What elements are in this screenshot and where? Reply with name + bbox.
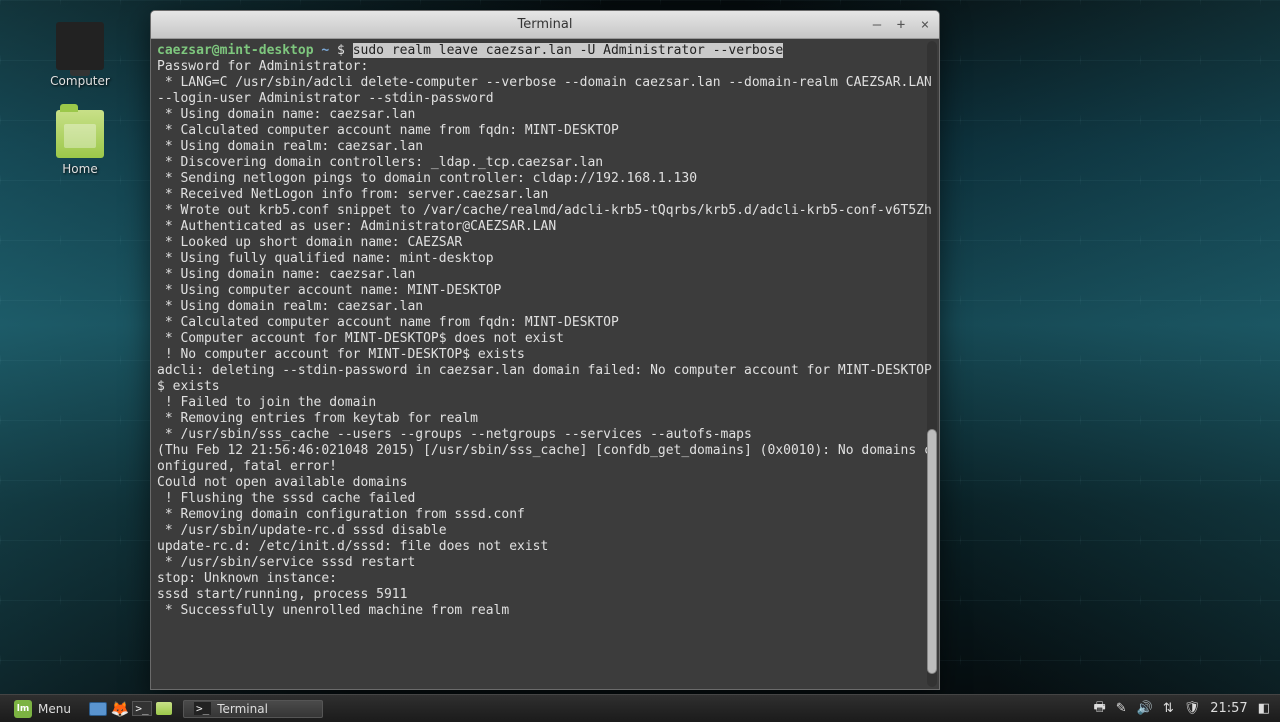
menu-label: Menu [38,702,71,716]
window-close-button[interactable]: × [917,17,933,33]
show-desktop-button[interactable] [87,698,109,720]
tray-update-icon[interactable]: ✎ [1116,701,1127,716]
tray-shield-icon[interactable]: 🛡 [1184,701,1201,716]
taskbar-entry-terminal[interactable]: >_ Terminal [183,700,323,718]
terminal-icon: >_ [132,701,151,716]
terminal-body[interactable]: caezsar@mint-desktop ~ $ sudo realm leav… [151,39,939,689]
terminal-scrollbar[interactable] [927,41,937,687]
scrollbar-thumb[interactable] [927,429,937,674]
window-title: Terminal [518,17,573,32]
tray-network-icon[interactable]: ⇅ [1163,701,1174,716]
menu-button[interactable]: Menu [4,698,81,720]
tray-user-icon[interactable]: ◧ [1258,701,1270,716]
tray-volume-icon[interactable]: 🔊 [1137,701,1153,716]
system-tray: 🖶 ✎ 🔊 ⇅ 🛡 21:57 ◧ [1093,698,1276,720]
desktop-toggle-icon [89,702,107,716]
firefox-launcher[interactable]: 🦊 [109,698,131,720]
prompt-symbol: $ [337,43,345,58]
terminal-command: sudo realm leave caezsar.lan -U Administ… [353,43,783,58]
desktop-icon-label: Home [62,162,97,176]
mint-logo-icon [14,700,32,718]
files-launcher[interactable] [153,698,175,720]
monitor-icon [56,22,104,70]
window-titlebar[interactable]: Terminal — + × [151,11,939,39]
prompt-path: ~ [321,43,329,58]
desktop-icon-computer[interactable]: Computer [40,22,120,88]
prompt-userhost: caezsar@mint-desktop [157,43,314,58]
firefox-icon: 🦊 [111,700,130,718]
terminal-output: Password for Administrator: * LANG=C /us… [157,59,939,618]
folder-icon [56,110,104,158]
terminal-icon: >_ [194,702,211,715]
task-label: Terminal [217,702,268,716]
desktop-icon-label: Computer [50,74,110,88]
clock[interactable]: 21:57 [1210,701,1247,716]
taskbar: Menu 🦊 >_ >_ Terminal 🖶 ✎ 🔊 ⇅ 🛡 21:57 ◧ [0,694,1280,722]
tray-printer-icon[interactable]: 🖶 [1093,698,1105,720]
files-icon [156,702,172,715]
window-maximize-button[interactable]: + [893,17,909,33]
terminal-launcher[interactable]: >_ [131,698,153,720]
desktop-icon-home[interactable]: Home [40,110,120,176]
terminal-window[interactable]: Terminal — + × caezsar@mint-desktop ~ $ … [150,10,940,690]
window-minimize-button[interactable]: — [869,17,885,33]
